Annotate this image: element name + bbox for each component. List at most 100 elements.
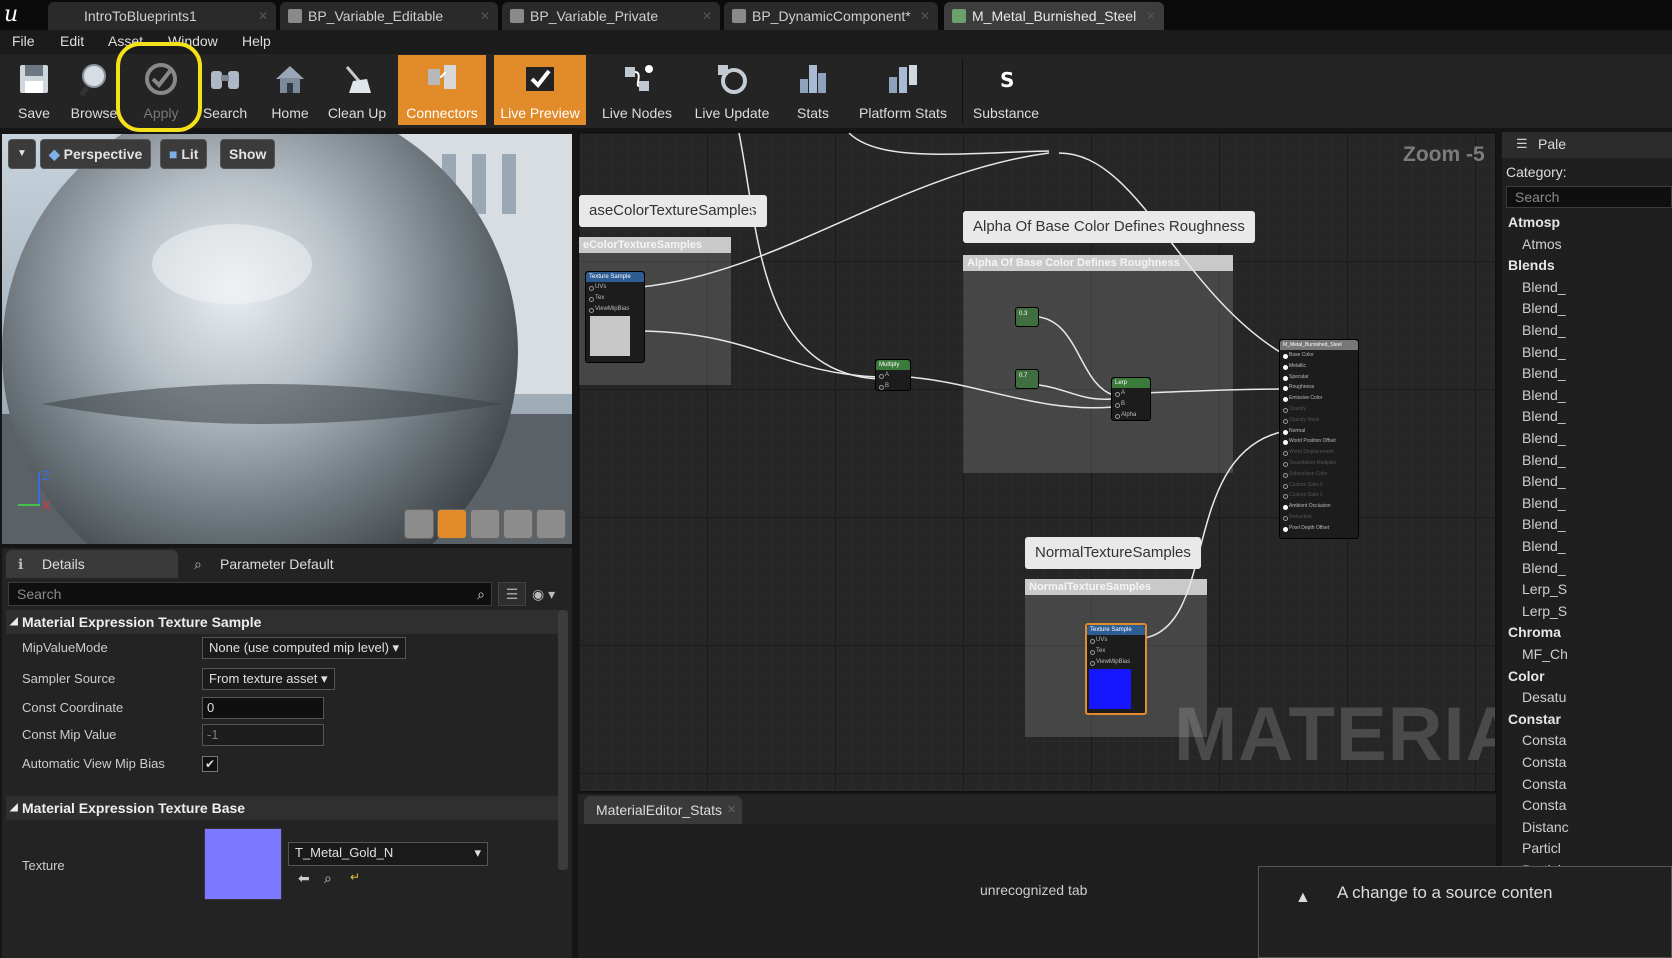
viewport-options-button[interactable]: ▼ (8, 139, 36, 169)
menu-edit[interactable]: Edit (60, 30, 84, 52)
palette-item[interactable]: Blend_ (1522, 385, 1566, 405)
tab-intro-to-blueprints[interactable]: IntroToBlueprints1 ✕ (48, 2, 276, 30)
node-texture-sample-basecolor[interactable]: Texture Sample UVs Tex ViewMipBias (585, 271, 645, 363)
close-icon[interactable]: ✕ (258, 2, 268, 30)
unreal-logo-icon[interactable]: u (4, 3, 30, 27)
palette-item[interactable]: Distanc (1522, 817, 1569, 837)
visibility-button[interactable]: ◉ ▾ (532, 582, 568, 606)
node-multiply[interactable]: Multiply A B (875, 359, 911, 391)
result-pin[interactable]: Opacity Mask (1280, 415, 1358, 426)
details-search-input[interactable]: Search ⌕ (8, 582, 492, 606)
tab-details[interactable]: ℹ Details (6, 550, 178, 578)
palette-item[interactable]: Lerp_S (1522, 579, 1567, 599)
pin-a[interactable]: A (1112, 388, 1150, 399)
palette-item[interactable]: Blend_ (1522, 493, 1566, 513)
palette-item[interactable]: Blend_ (1522, 406, 1566, 426)
palette-item[interactable]: Consta (1522, 795, 1566, 815)
palette-item[interactable]: Blend_ (1522, 298, 1566, 318)
cleanup-button[interactable]: Clean Up (324, 55, 390, 125)
pin-viewmipbias[interactable]: ViewMipBias (1087, 657, 1145, 668)
browse-search-icon[interactable]: ⌕ (324, 870, 332, 887)
palette-item[interactable]: Blend_ (1522, 450, 1566, 470)
palette-category[interactable]: Blends (1508, 255, 1555, 275)
palette-category[interactable]: Constar (1508, 709, 1561, 729)
tab-bp-variable-editable[interactable]: BP_Variable_Editable ✕ (280, 2, 498, 30)
preview-viewport[interactable]: ▼ ◆ Perspective ■ Lit Show Z X (2, 134, 572, 544)
custom-mesh-preview-button[interactable] (536, 509, 566, 539)
pin-b[interactable]: B (876, 381, 910, 392)
substance-button[interactable]: S Substance (966, 55, 1046, 125)
close-icon[interactable]: ✕ (702, 2, 712, 30)
menu-help[interactable]: Help (242, 30, 271, 52)
connectors-button[interactable]: Connectors (398, 55, 486, 125)
pin-b[interactable]: B (1112, 399, 1150, 410)
result-pin[interactable]: Ambient Occlusion (1280, 501, 1358, 512)
node-lerp[interactable]: Lerp A B Alpha (1111, 377, 1151, 421)
result-pin[interactable]: Subsurface Color (1280, 469, 1358, 480)
result-pin[interactable]: Refraction (1280, 512, 1358, 523)
material-graph[interactable]: Zoom -5 MATERIAL eColorTextureSamples as… (578, 132, 1496, 792)
node-constant-2[interactable]: 0.7 (1015, 369, 1039, 389)
reset-arrow-icon[interactable]: ↵ (350, 870, 360, 884)
search-button[interactable]: Search (196, 55, 254, 125)
view-options-grid-button[interactable]: ☰ (498, 582, 526, 606)
lit-button[interactable]: ■ Lit (160, 139, 208, 169)
palette-item[interactable]: Atmos (1522, 234, 1562, 254)
show-button[interactable]: Show (220, 139, 276, 169)
result-pin[interactable]: World Displacement (1280, 447, 1358, 458)
palette-category[interactable]: Atmosp (1508, 212, 1560, 232)
result-pin[interactable]: World Position Offset (1280, 436, 1358, 447)
node-texture-sample-normal[interactable]: Texture Sample UVs Tex ViewMipBias (1085, 623, 1147, 715)
palette-item[interactable]: Blend_ (1522, 363, 1566, 383)
result-pin[interactable]: Opacity (1280, 404, 1358, 415)
palette-item[interactable]: Blend_ (1522, 277, 1566, 297)
palette-item[interactable]: Blend_ (1522, 536, 1566, 556)
close-icon[interactable]: ✕ (727, 796, 736, 824)
menu-file[interactable]: File (12, 30, 35, 52)
result-pin[interactable]: Custom Data 1 (1280, 490, 1358, 501)
cube-preview-button[interactable] (503, 509, 533, 539)
palette-item[interactable]: Particl (1522, 838, 1561, 858)
result-pin[interactable]: Roughness (1280, 382, 1358, 393)
section-texture-sample[interactable]: ◢ Material Expression Texture Sample (6, 610, 558, 634)
palette-item[interactable]: Consta (1522, 730, 1566, 750)
tab-m-metal-burnished-steel[interactable]: M_Metal_Burnished_Steel ✕ (944, 2, 1164, 30)
cylinder-preview-button[interactable] (404, 509, 434, 539)
palette-tab[interactable]: ☰ Pale (1502, 132, 1672, 158)
sampler-source-dropdown[interactable]: From texture asset ▾ (202, 668, 335, 690)
tab-parameter-default[interactable]: ⌕ Parameter Default (184, 550, 354, 578)
pin-tex[interactable]: Tex (586, 293, 644, 304)
palette-item[interactable]: MF_Ch (1522, 644, 1568, 664)
close-icon[interactable]: ✕ (1146, 2, 1156, 30)
details-scrollbar[interactable] (558, 610, 568, 870)
palette-item[interactable]: Blend_ (1522, 320, 1566, 340)
palette-item[interactable]: Consta (1522, 752, 1566, 772)
use-selected-arrow-icon[interactable]: ⬅ (298, 870, 310, 887)
save-button[interactable]: Save (6, 55, 62, 125)
sphere-preview-button[interactable] (437, 509, 467, 539)
live-preview-button[interactable]: Live Preview (494, 55, 586, 125)
live-update-button[interactable]: Live Update (688, 55, 776, 125)
result-pin[interactable]: Normal (1280, 426, 1358, 437)
palette-item[interactable]: Lerp_S (1522, 601, 1567, 621)
palette-item[interactable]: Blend_ (1522, 471, 1566, 491)
pin-viewmipbias[interactable]: ViewMipBias (586, 304, 644, 315)
result-pin[interactable]: Pixel Depth Offset (1280, 523, 1358, 534)
plane-preview-button[interactable] (470, 509, 500, 539)
stats-button[interactable]: Stats (784, 55, 842, 125)
tab-materialeditor-stats[interactable]: MaterialEditor_Stats ✕ (584, 796, 743, 824)
pin-tex[interactable]: Tex (1087, 646, 1145, 657)
pin-uvs[interactable]: UVs (586, 282, 644, 293)
texture-asset-dropdown[interactable]: T_Metal_Gold_N ▾ (288, 842, 488, 866)
close-icon[interactable]: ✕ (920, 2, 930, 30)
node-material-result[interactable]: M_Metal_Burnished_Steel Base Color Metall… (1279, 339, 1359, 539)
pin-a[interactable]: A (876, 370, 910, 381)
palette-item[interactable]: Blend_ (1522, 514, 1566, 534)
live-nodes-button[interactable]: Live Nodes (594, 55, 680, 125)
result-pin[interactable]: Emissive Color (1280, 393, 1358, 404)
tab-bp-variable-private[interactable]: BP_Variable_Private ✕ (502, 2, 720, 30)
result-pin[interactable]: Tessellation Multiplier (1280, 458, 1358, 469)
pin-alpha[interactable]: Alpha (1112, 410, 1150, 421)
browse-button[interactable]: Browse (64, 55, 124, 125)
palette-item[interactable]: Blend_ (1522, 428, 1566, 448)
